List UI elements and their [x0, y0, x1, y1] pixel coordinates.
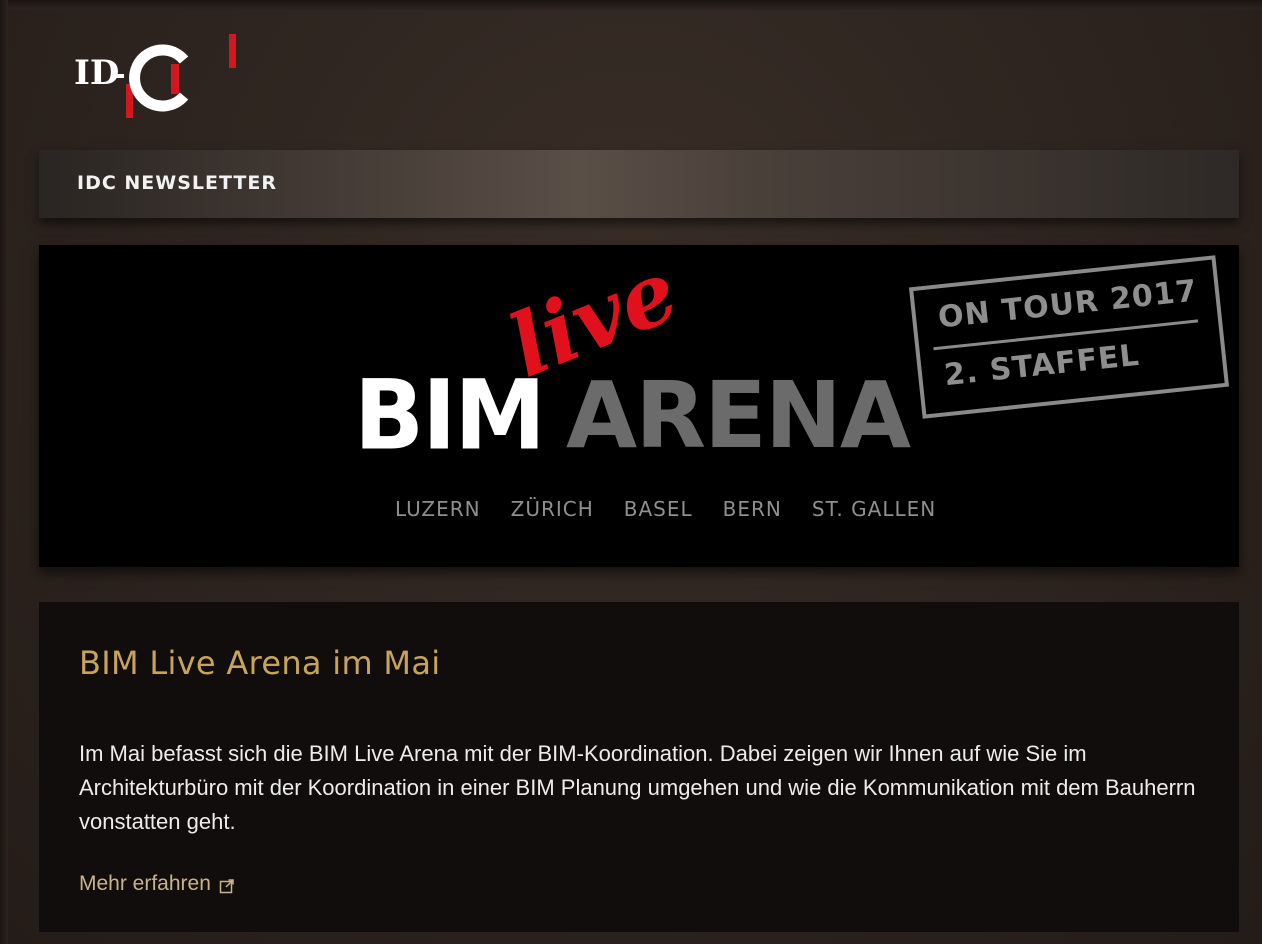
- bim-live-arena-banner[interactable]: BIM ARENA live ON TOUR 2017 2. STAFFEL L…: [39, 245, 1239, 567]
- mehr-erfahren-link[interactable]: Mehr erfahren: [79, 872, 235, 896]
- banner-bim-text: BIM: [354, 359, 546, 472]
- city-label: BERN: [722, 497, 782, 521]
- tour-stamp: ON TOUR 2017 2. STAFFEL: [908, 255, 1230, 419]
- article-body: Im Mai befasst sich die BIM Live Arena m…: [79, 741, 1196, 834]
- article-title: BIM Live Arena im Mai: [79, 644, 441, 682]
- left-edge: [0, 0, 8, 944]
- newsletter-label: IDC NEWSLETTER: [77, 172, 277, 194]
- svg-text:ID: ID: [74, 53, 119, 93]
- banner-cities: LUZERN ZÜRICH BASEL BERN ST. GALLEN: [395, 497, 936, 521]
- newsletter-header-bar: IDC NEWSLETTER: [39, 150, 1239, 218]
- article-card: BIM Live Arena im Mai Im Mai befasst sic…: [39, 602, 1239, 932]
- idc-logo[interactable]: ID: [74, 34, 254, 124]
- idc-logo-mark: ID: [74, 34, 236, 118]
- city-label: LUZERN: [395, 497, 481, 521]
- external-link-icon: [219, 876, 235, 894]
- mehr-erfahren-label: Mehr erfahren: [79, 872, 211, 895]
- city-label: BASEL: [623, 497, 693, 521]
- city-label: ST. GALLEN: [811, 497, 937, 521]
- city-label: ZÜRICH: [510, 497, 594, 521]
- newsletter-page: ID IDC NEWSLETTER BIM ARENA live ON TOUR…: [0, 0, 1262, 944]
- top-edge: [0, 0, 1262, 10]
- banner-arena-text: ARENA: [566, 362, 911, 469]
